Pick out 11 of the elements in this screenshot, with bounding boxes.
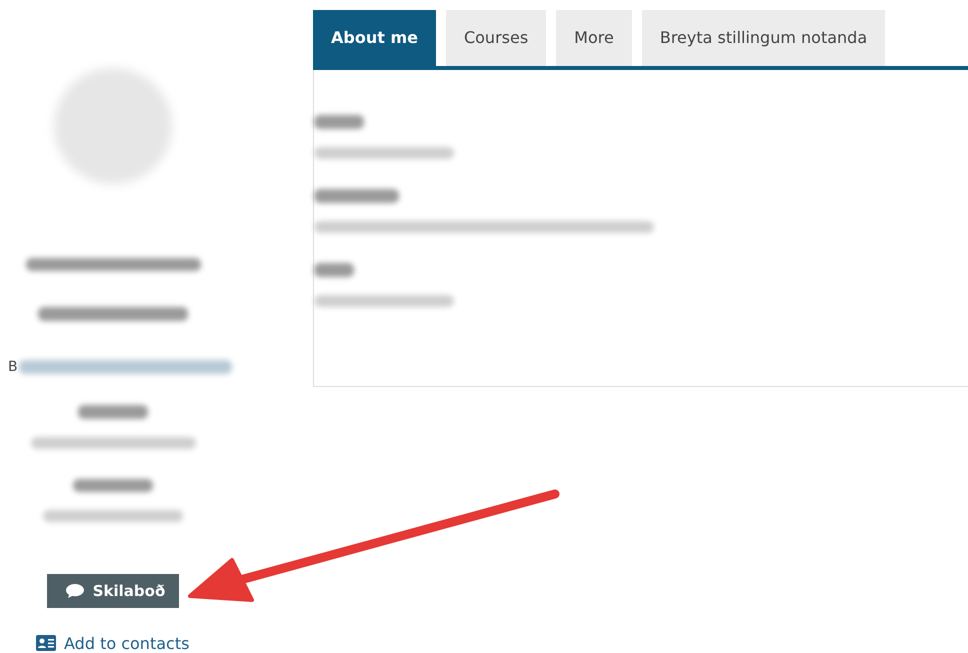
tab[interactable]: About me bbox=[313, 10, 436, 66]
tab[interactable]: Breyta stillingum notanda bbox=[642, 10, 886, 66]
tab[interactable]: More bbox=[556, 10, 632, 66]
tab[interactable]: Courses bbox=[446, 10, 546, 66]
blurred-text bbox=[314, 115, 364, 129]
blurred-text bbox=[314, 263, 354, 277]
add-contacts-link[interactable]: Add to contacts bbox=[36, 634, 190, 653]
blurred-text bbox=[78, 405, 148, 419]
link-fragment[interactable]: B bbox=[8, 359, 18, 376]
message-button[interactable]: Skilaboð bbox=[46, 574, 180, 608]
speech-bubble-icon bbox=[64, 582, 85, 599]
